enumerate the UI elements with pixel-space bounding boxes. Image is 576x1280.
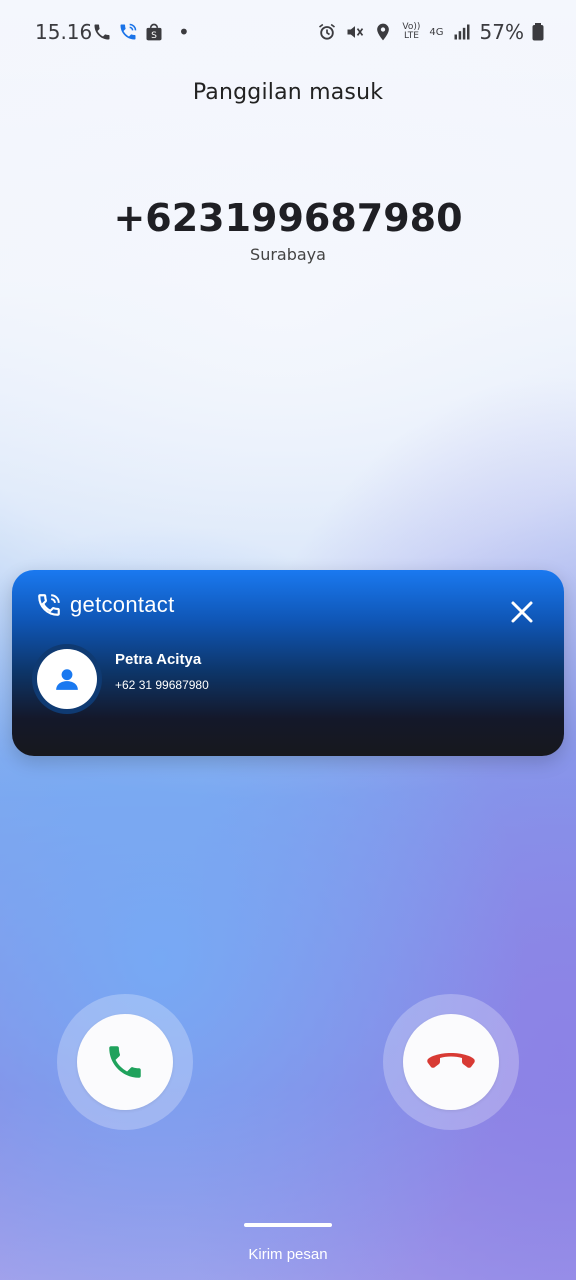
svg-text:S: S: [151, 30, 157, 41]
avatar: [32, 644, 102, 714]
battery-percent: 57%: [479, 20, 524, 44]
contact-name: Petra Acitya: [115, 651, 202, 668]
getcontact-brand: getcontact: [36, 592, 175, 618]
wifi-call-icon: [120, 23, 137, 40]
getcontact-logo-icon: [38, 594, 60, 616]
phone-decline-icon: [427, 1053, 475, 1068]
person-icon: [56, 669, 78, 690]
status-bar: 15.16 S • Vo)) LTE 4G 57%: [0, 0, 576, 64]
location-icon: [377, 23, 390, 41]
dot-icon: •: [178, 20, 190, 44]
phone-accept-icon: [109, 1046, 141, 1078]
battery-icon: [532, 23, 544, 41]
close-icon[interactable]: [510, 600, 534, 624]
signal-icon: [454, 24, 470, 40]
getcontact-brand-text: getcontact: [70, 592, 175, 617]
decline-button-inner[interactable]: [403, 1014, 499, 1110]
accept-call-button[interactable]: [57, 994, 193, 1130]
status-right-icons: Vo)) LTE 4G 57%: [317, 20, 544, 44]
status-time: 15.16: [35, 20, 93, 44]
decline-call-button[interactable]: [383, 994, 519, 1130]
call-title: Panggilan masuk: [192, 80, 384, 105]
4g-icon: 4G: [429, 26, 444, 38]
phone-icon: [94, 24, 110, 40]
swipe-handle[interactable]: [244, 1223, 332, 1227]
contact-number: +62 31 99687980: [115, 678, 209, 692]
avatar-circle: [37, 649, 97, 709]
accept-button-inner[interactable]: [77, 1014, 173, 1110]
alarm-icon: [319, 23, 336, 40]
send-message-link[interactable]: Kirim pesan: [0, 1246, 576, 1263]
caller-location: Surabaya: [250, 245, 326, 264]
status-left-icons: S •: [92, 20, 190, 44]
getcontact-card[interactable]: getcontact Petra Acitya +62 31 99687980: [12, 570, 564, 756]
caller-number: +623199687980: [113, 196, 463, 240]
mute-icon: [347, 26, 364, 38]
volte-icon: Vo)) LTE: [402, 22, 421, 41]
shopee-icon: S: [146, 23, 162, 41]
